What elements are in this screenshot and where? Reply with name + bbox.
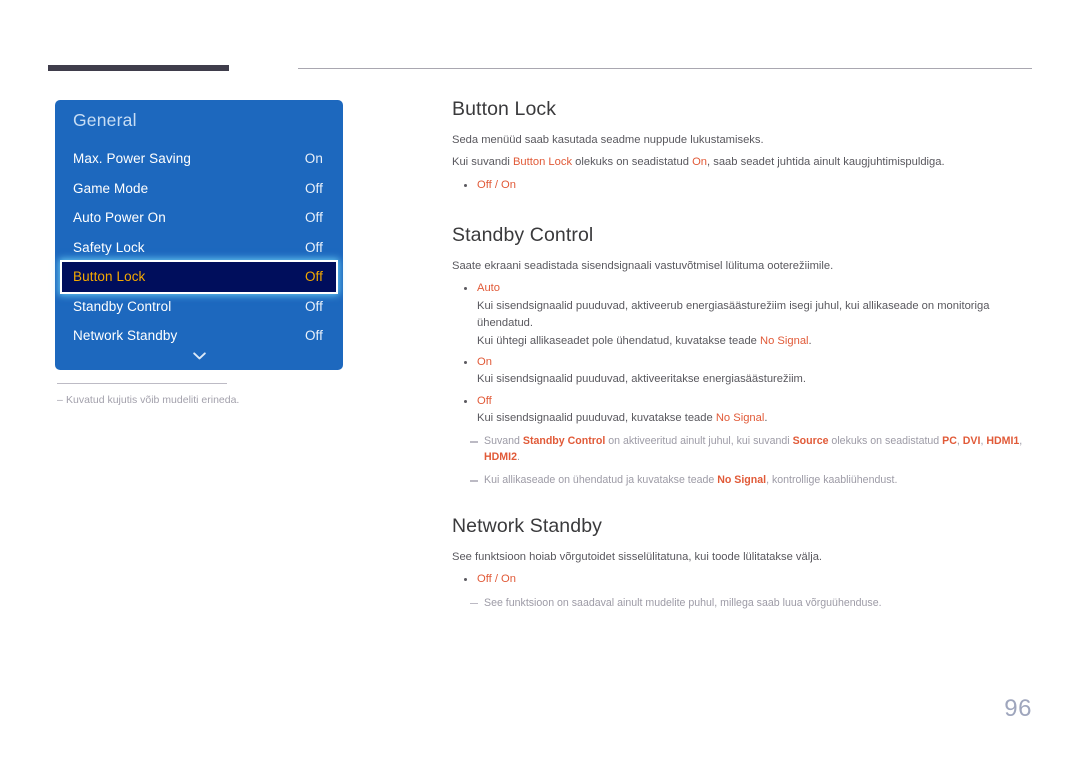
- standby-control-paragraph-1: Saate ekraani seadistada sisendsignaali …: [452, 260, 834, 273]
- osd-item-value: On: [304, 151, 323, 167]
- option-on: On: [501, 178, 516, 191]
- text-fragment: .: [516, 451, 520, 464]
- osd-item-network-standby[interactable]: Network Standby Off: [55, 321, 343, 351]
- osd-item-label: Max. Power Saving: [73, 151, 191, 167]
- inline-highlight-source: Source: [792, 435, 829, 448]
- text-fragment: Kui sisendsignaalid puuduvad, kuvatakse …: [477, 411, 716, 424]
- header-rule-thick: [48, 65, 229, 71]
- option-separator: /: [491, 573, 502, 586]
- osd-item-value: Off: [304, 298, 323, 314]
- inline-highlight-no-signal: No Signal: [715, 411, 765, 424]
- text-fragment: .: [764, 411, 768, 424]
- text-fragment: Suvand: [484, 435, 523, 448]
- option-auto-description-2: Kui ühtegi allikaseadet pole ühendatud, …: [477, 333, 1032, 350]
- osd-item-label: Game Mode: [73, 180, 149, 196]
- list-item: Off Kui sisendsignaalid puuduvad, kuvata…: [452, 393, 1032, 428]
- osd-footnote-dash: –: [57, 394, 63, 406]
- osd-item-label: Standby Control: [73, 298, 172, 314]
- osd-item-auto-power-on[interactable]: Auto Power On Off: [55, 203, 343, 233]
- inline-highlight-hdmi1: HDMI1: [986, 435, 1020, 448]
- osd-item-value: Off: [304, 269, 323, 285]
- header-rule-thin: [298, 68, 1032, 69]
- osd-footnote: – Kuvatud kujutis võib mudeliti erineda.: [57, 383, 357, 406]
- osd-item-value: Off: [304, 180, 323, 196]
- text-fragment: , saab seadet juhtida ainult kaugjuhtimi…: [707, 156, 945, 169]
- osd-footnote-divider: [57, 383, 227, 384]
- option-off-description: Kui sisendsignaalid puuduvad, kuvatakse …: [477, 410, 1032, 427]
- list-item: Off / On: [452, 571, 1032, 588]
- osd-item-value: Off: [304, 328, 323, 344]
- text-fragment: .: [808, 334, 812, 347]
- manual-page: General Max. Power Saving On Game Mode O…: [0, 0, 1080, 763]
- text-fragment: olekuks on seadistatud: [828, 435, 943, 448]
- text-fragment: on aktiveeritud ainult juhul, kui suvand…: [605, 435, 793, 448]
- list-item: On Kui sisendsignaalid puuduvad, aktivee…: [452, 354, 1032, 389]
- standby-control-note-1: Suvand Standby Control on aktiveeritud a…: [462, 434, 1032, 466]
- section-title-network-standby: Network Standby: [452, 514, 602, 537]
- option-on-description: Kui sisendsignaalid puuduvad, aktiveerit…: [477, 373, 806, 386]
- text-fragment: olekuks on seadistatud: [572, 156, 693, 169]
- osd-item-label: Button Lock: [73, 269, 146, 285]
- network-standby-options-list: Off / On: [452, 571, 1032, 588]
- option-auto-description-1: Kui sisendsignaalid puuduvad, aktiveerub…: [477, 299, 990, 330]
- text-fragment: Kui ühtegi allikaseadet pole ühendatud, …: [477, 334, 761, 347]
- osd-item-label: Network Standby: [73, 328, 178, 344]
- osd-footnote-body: Kuvatud kujutis võib mudeliti erineda.: [66, 394, 240, 406]
- osd-item-value: Off: [304, 239, 323, 255]
- inline-highlight-standby-control: Standby Control: [522, 435, 606, 448]
- inline-highlight-dvi: DVI: [962, 435, 981, 448]
- inline-highlight-no-signal: No Signal: [760, 334, 809, 347]
- text-fragment: Kui suvandi: [452, 156, 513, 169]
- osd-item-button-lock-selected[interactable]: Button Lock Off: [62, 262, 336, 292]
- osd-item-standby-control[interactable]: Standby Control Off: [55, 292, 343, 322]
- chevron-down-icon[interactable]: [55, 349, 343, 361]
- osd-item-max-power-saving[interactable]: Max. Power Saving On: [55, 144, 343, 174]
- osd-item-value: Off: [304, 210, 323, 226]
- text-fragment: Kui allikaseade on ühendatud ja kuvataks…: [484, 474, 718, 487]
- button-lock-paragraph-2: Kui suvandi Button Lock olekuks on seadi…: [452, 154, 1032, 171]
- inline-highlight-on: On: [692, 156, 708, 169]
- inline-highlight-hdmi2: HDMI2: [484, 451, 517, 464]
- text-fragment: ,: [1019, 435, 1023, 448]
- section-title-button-lock: Button Lock: [452, 98, 557, 120]
- osd-footnote-text: – Kuvatud kujutis võib mudeliti erineda.: [57, 394, 357, 406]
- list-item: Off / On: [452, 177, 1032, 194]
- option-off: Off: [477, 573, 492, 586]
- inline-highlight-pc: PC: [942, 435, 957, 448]
- header-rule-group: [48, 65, 1032, 73]
- osd-item-game-mode[interactable]: Game Mode Off: [55, 174, 343, 204]
- list-item: Auto Kui sisendsignaalid puuduvad, aktiv…: [452, 280, 1032, 349]
- osd-item-label: Auto Power On: [73, 210, 166, 226]
- standby-control-options-list: Auto Kui sisendsignaalid puuduvad, aktiv…: [452, 280, 1032, 427]
- network-standby-paragraph-1: See funktsioon hoiab võrgutoidet sisselü…: [452, 550, 823, 563]
- text-fragment: , kontrollige kaabliühendust.: [766, 474, 898, 487]
- osd-item-safety-lock[interactable]: Safety Lock Off: [55, 233, 343, 263]
- option-on: On: [477, 355, 492, 368]
- osd-menu-list: Max. Power Saving On Game Mode Off Auto …: [55, 144, 343, 351]
- osd-item-label: Safety Lock: [73, 239, 145, 255]
- inline-highlight-no-signal: No Signal: [717, 474, 767, 487]
- option-on: On: [501, 573, 516, 586]
- osd-menu-title: General: [73, 110, 137, 130]
- option-separator: /: [491, 178, 502, 191]
- standby-control-note-2: Kui allikaseade on ühendatud ja kuvataks…: [462, 473, 1032, 489]
- option-off: Off: [477, 394, 492, 407]
- osd-menu-panel: General Max. Power Saving On Game Mode O…: [55, 100, 343, 370]
- inline-highlight-button-lock: Button Lock: [512, 156, 573, 169]
- option-auto: Auto: [477, 282, 501, 295]
- network-standby-note-1: See funktsioon on saadaval ainult mudeli…: [462, 596, 1032, 612]
- button-lock-paragraph-1: Seda menüüd saab kasutada seadme nuppude…: [452, 134, 764, 146]
- button-lock-options-list: Off / On: [452, 177, 1032, 194]
- content-column: Button Lock Seda menüüd saab kasutada se…: [452, 98, 1032, 612]
- page-number: 96: [1004, 695, 1032, 722]
- section-title-standby-control: Standby Control: [452, 224, 594, 247]
- option-off: Off: [477, 178, 492, 191]
